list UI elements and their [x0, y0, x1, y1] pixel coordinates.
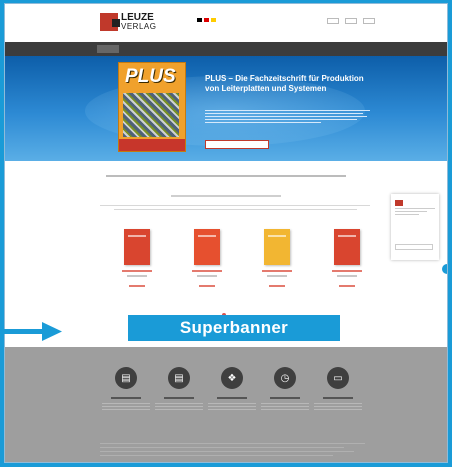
- superbanner-label: Superbanner: [128, 315, 340, 341]
- chat-button[interactable]: [442, 264, 447, 274]
- website-screenshot: LEUZE VERLAG PLUS PLUS – Die Fachzeitsch…: [4, 3, 448, 463]
- footer-text: [100, 443, 365, 459]
- footer-item-text: [102, 403, 150, 412]
- product-card[interactable]: [187, 229, 227, 287]
- footer-item[interactable]: ❖: [207, 367, 257, 412]
- product-title[interactable]: [192, 270, 222, 272]
- widget-search-input[interactable]: [395, 244, 433, 250]
- book-cover[interactable]: [124, 229, 150, 265]
- logo-mark: [100, 13, 120, 31]
- logo-text: LEUZE VERLAG: [121, 12, 157, 32]
- hero-text-block: [205, 108, 370, 125]
- footer-item-label: [111, 397, 141, 399]
- footer-item-text: [208, 403, 256, 412]
- footer-item[interactable]: ▭: [313, 367, 363, 412]
- magazine-cover-strip: [119, 139, 185, 151]
- nav-item[interactable]: [123, 45, 157, 53]
- folder-icon[interactable]: ▤: [168, 367, 190, 389]
- footer-item-text: [261, 403, 309, 412]
- header-tools: [327, 18, 375, 24]
- header-login-field[interactable]: [345, 18, 357, 24]
- footer-item-label: [270, 397, 300, 399]
- nav-items: [97, 45, 307, 53]
- page: LEUZE VERLAG PLUS PLUS – Die Fachzeitsch…: [0, 0, 452, 467]
- product-carousel: [117, 229, 367, 287]
- magazine-cover-image: [123, 93, 179, 137]
- nav-item[interactable]: [203, 45, 247, 53]
- header-cart-field[interactable]: [363, 18, 375, 24]
- main-navigation: [5, 42, 447, 56]
- product-title[interactable]: [332, 270, 362, 272]
- nav-item[interactable]: [97, 45, 119, 53]
- hero-banner: PLUS PLUS – Die Fachzeitschrift für Prod…: [5, 56, 447, 161]
- footer-item[interactable]: ◷: [260, 367, 310, 412]
- product-meta: [197, 275, 217, 277]
- site-footer: ▤ ▤ ❖ ◷ ▭: [5, 347, 447, 462]
- product-card[interactable]: [327, 229, 367, 287]
- product-link[interactable]: [129, 285, 145, 287]
- book-cover[interactable]: [264, 229, 290, 265]
- footer-icon-row: ▤ ▤ ❖ ◷ ▭: [101, 367, 363, 412]
- flag-icon[interactable]: [204, 18, 209, 22]
- footer-item-label: [323, 397, 353, 399]
- footer-item-text: [155, 403, 203, 412]
- document-icon[interactable]: ▤: [115, 367, 137, 389]
- product-title[interactable]: [122, 270, 152, 272]
- site-header: LEUZE VERLAG: [5, 4, 447, 42]
- product-card[interactable]: [117, 229, 157, 287]
- clock-icon[interactable]: ◷: [274, 367, 296, 389]
- product-link[interactable]: [199, 285, 215, 287]
- product-meta: [267, 275, 287, 277]
- product-title[interactable]: [262, 270, 292, 272]
- language-flags[interactable]: [197, 18, 216, 22]
- logo-text-bottom: VERLAG: [121, 22, 157, 31]
- nav-item[interactable]: [291, 45, 307, 53]
- nav-item[interactable]: [161, 45, 199, 53]
- product-meta: [337, 275, 357, 277]
- magazine-title: PLUS: [125, 66, 176, 87]
- product-card[interactable]: [257, 229, 297, 287]
- flag-icon[interactable]: [197, 18, 202, 22]
- magazine-cover[interactable]: PLUS: [118, 62, 186, 152]
- widget-content: [395, 200, 435, 215]
- hero-cta-button[interactable]: [205, 140, 269, 149]
- footer-item[interactable]: ▤: [154, 367, 204, 412]
- logo[interactable]: LEUZE VERLAG: [100, 11, 156, 33]
- flag-icon[interactable]: [211, 18, 216, 22]
- nav-item[interactable]: [251, 45, 287, 53]
- product-link[interactable]: [339, 285, 355, 287]
- pointer-arrow-icon: [0, 322, 62, 341]
- footer-item-label: [164, 397, 194, 399]
- book-cover[interactable]: [194, 229, 220, 265]
- side-widget: [391, 194, 439, 260]
- book-cover[interactable]: [334, 229, 360, 265]
- header-search-field[interactable]: [327, 18, 339, 24]
- footer-item[interactable]: ▤: [101, 367, 151, 412]
- hero-headline: PLUS – Die Fachzeitschrift für Produktio…: [205, 74, 364, 93]
- people-icon[interactable]: ❖: [221, 367, 243, 389]
- logo-text-top: LEUZE: [121, 12, 154, 23]
- section-subtitle: [5, 195, 447, 197]
- footer-item-text: [314, 403, 362, 412]
- section-title: [5, 175, 447, 177]
- monitor-icon[interactable]: ▭: [327, 367, 349, 389]
- footer-item-label: [217, 397, 247, 399]
- product-link[interactable]: [269, 285, 285, 287]
- intro-text: [100, 205, 370, 217]
- product-meta: [127, 275, 147, 277]
